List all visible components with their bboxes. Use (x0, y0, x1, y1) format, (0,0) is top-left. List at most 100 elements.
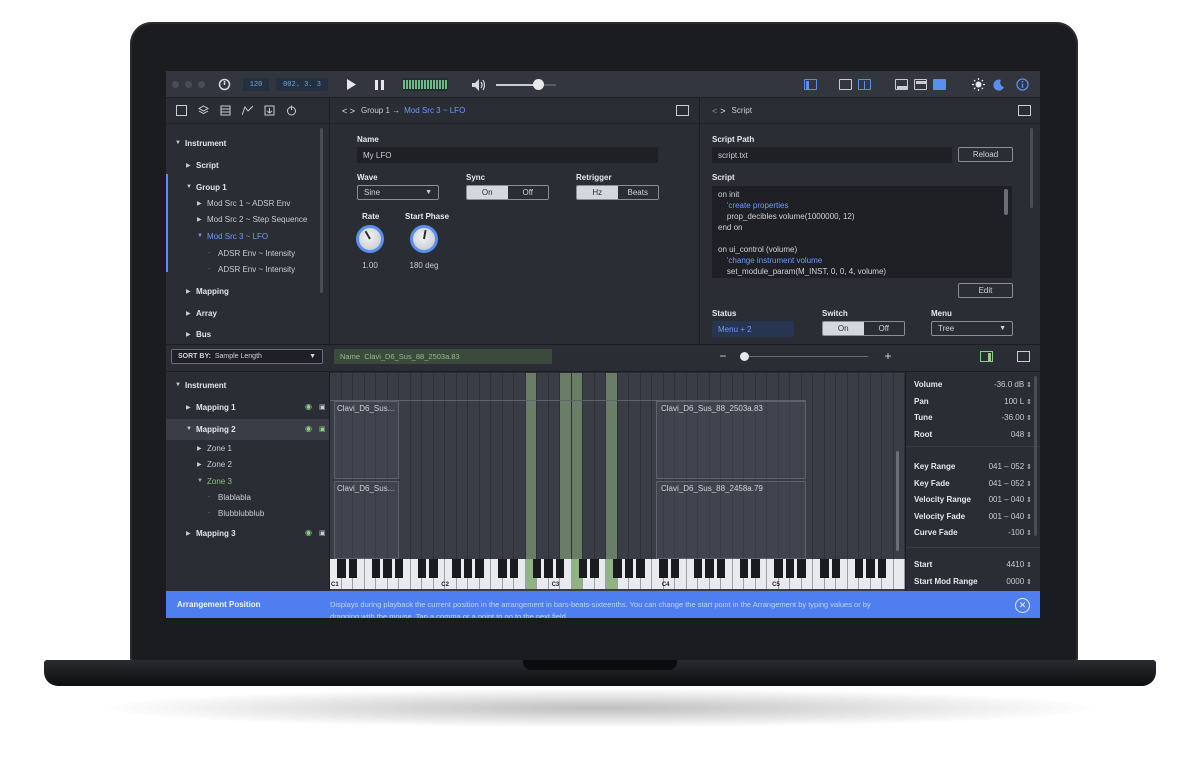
piano-black-key[interactable] (429, 559, 438, 578)
edit-button[interactable]: Edit (958, 283, 1013, 298)
property-row[interactable]: Start 4410 ⇕ (914, 557, 1032, 571)
property-value[interactable]: -36.00 ⇕ (1002, 413, 1033, 422)
piano-black-key[interactable] (716, 559, 726, 578)
piano-black-key[interactable] (854, 559, 864, 578)
caret-icon[interactable]: ▼ (186, 426, 196, 432)
property-row[interactable]: Pan 100 L ⇕ (914, 394, 1032, 408)
mapping-tree-item[interactable]: ▼ Instrument (175, 378, 226, 392)
property-value[interactable]: 0000 ⇕ (1006, 577, 1032, 586)
piano-black-key[interactable] (785, 559, 795, 578)
caret-icon[interactable]: ▶ (197, 445, 207, 452)
stepper-icon[interactable]: ⇕ (1024, 562, 1032, 569)
property-row[interactable]: Volume -36.0 dB ⇕ (914, 377, 1032, 391)
speaker-icon[interactable] (471, 77, 487, 92)
layout-sidebar-icon[interactable] (804, 79, 817, 90)
switch-off[interactable]: Off (863, 322, 904, 335)
caret-icon[interactable]: ▼ (175, 140, 185, 146)
piano-black-key[interactable] (463, 559, 473, 578)
caret-icon[interactable]: ▼ (197, 478, 207, 484)
grid-vertical-scrollbar[interactable] (896, 451, 899, 551)
wave-dropdown[interactable]: Sine ▼ (357, 185, 439, 200)
property-row[interactable]: Velocity Fade 001 – 040 ⇕ (914, 509, 1032, 523)
caret-icon[interactable]: ▶ (186, 404, 196, 411)
piano-white-key[interactable] (893, 559, 905, 589)
grid-icon[interactable] (220, 105, 231, 116)
mapping-tree-item[interactable]: ▶ Zone 2 (197, 457, 232, 471)
power-icon[interactable] (286, 105, 297, 116)
tree-item[interactable]: ▼ Instrument (175, 136, 226, 150)
pause-icon[interactable] (372, 77, 386, 92)
menu-dropdown[interactable]: Tree ▼ (931, 321, 1013, 336)
sync-toggle[interactable]: On Off (466, 185, 549, 200)
piano-black-key[interactable] (371, 559, 381, 578)
position-display[interactable]: 002. 3. 3 (276, 78, 328, 91)
stepper-icon[interactable]: ⇕ (1024, 382, 1032, 389)
caret-icon[interactable]: ▼ (186, 184, 196, 190)
piano-black-key[interactable] (383, 559, 392, 578)
piano-black-key[interactable] (831, 559, 841, 578)
panel-toggle-icon[interactable] (980, 351, 993, 362)
caret-icon[interactable]: · (208, 266, 218, 272)
nav-back-icon[interactable]: < (712, 106, 717, 116)
mapping-tree-item[interactable]: ▶ Zone 1 (197, 441, 232, 455)
piano-black-key[interactable] (555, 559, 565, 578)
window-zoom-dot[interactable] (198, 81, 205, 88)
caret-icon[interactable]: ▶ (186, 530, 196, 537)
property-row[interactable]: Velocity Range 001 – 040 ⇕ (914, 492, 1032, 506)
switch-on[interactable]: On (823, 322, 864, 335)
piano-black-key[interactable] (877, 559, 887, 578)
layout-split-icon[interactable] (858, 79, 871, 90)
layers-icon[interactable] (198, 105, 209, 116)
moon-icon[interactable] (992, 77, 1006, 92)
caret-icon[interactable]: ▶ (197, 200, 207, 207)
tree-item[interactable]: ▶ Script (186, 158, 219, 172)
close-icon[interactable]: ✕ (1015, 598, 1030, 613)
props-scrollbar[interactable] (1034, 376, 1037, 536)
popout-icon[interactable] (676, 105, 689, 116)
window-minimize-dot[interactable] (185, 81, 192, 88)
breadcrumb-parent[interactable]: Group 1 → (361, 106, 400, 115)
piano-black-key[interactable] (417, 559, 427, 578)
tree-scrollbar[interactable] (320, 128, 323, 293)
start-phase-knob[interactable] (410, 225, 438, 253)
layout-full-icon[interactable] (933, 79, 946, 90)
mapping-tree-item[interactable]: ▶ Mapping 3 (186, 526, 236, 540)
piano-black-key[interactable] (739, 559, 749, 578)
tree-item[interactable]: · ADSR Env ~ Intensity (208, 262, 295, 276)
caret-icon[interactable]: · (208, 494, 218, 500)
piano-black-key[interactable] (544, 559, 553, 578)
stepper-icon[interactable]: ⇕ (1024, 579, 1032, 586)
property-row[interactable]: Key Fade 041 – 052 ⇕ (914, 476, 1032, 490)
piano-black-key[interactable] (613, 559, 622, 578)
sync-on[interactable]: On (467, 186, 508, 199)
tree-item[interactable]: · ADSR Env ~ Intensity (208, 246, 295, 260)
caret-icon[interactable]: · (208, 510, 218, 516)
retrigger-hz[interactable]: Hz (577, 186, 618, 199)
piano-black-key[interactable] (475, 559, 484, 578)
piano-black-key[interactable] (590, 559, 599, 578)
layout-bottom-icon[interactable] (895, 79, 908, 90)
piano-black-key[interactable] (659, 559, 668, 578)
piano-black-key[interactable] (337, 559, 346, 578)
sun-icon[interactable] (971, 77, 985, 92)
popout-icon[interactable] (1018, 105, 1031, 116)
sample-name-field[interactable]: Name Clavi_D6_Sus_88_2503a.83 (334, 349, 552, 364)
popout-icon[interactable] (1017, 351, 1030, 362)
property-value[interactable]: 4410 ⇕ (1006, 560, 1032, 569)
property-row[interactable]: Root 048 ⇕ (914, 427, 1032, 441)
sync-off[interactable]: Off (507, 186, 548, 199)
caret-icon[interactable]: ▶ (186, 288, 196, 295)
piano-black-key[interactable] (498, 559, 507, 578)
caret-icon[interactable]: ▶ (197, 216, 207, 223)
script-panel-scrollbar[interactable] (1030, 128, 1033, 208)
piano-black-key[interactable] (509, 559, 519, 578)
script-editor[interactable]: on init 'create properties prop_decibles… (712, 186, 1012, 278)
property-value[interactable]: -36.0 dB ⇕ (994, 380, 1032, 389)
mapping-tree-item[interactable]: ▼ Zone 3 (197, 474, 232, 488)
tree-item[interactable]: ▶ Mod Src 1 ~ ADSR Env (197, 196, 290, 210)
piano-black-key[interactable] (693, 559, 703, 578)
nav-forward-icon[interactable]: > (720, 106, 725, 116)
retrigger-beats[interactable]: Beats (617, 186, 658, 199)
envelope-icon[interactable] (242, 105, 253, 116)
status-field[interactable]: Menu + 2 (712, 321, 794, 337)
